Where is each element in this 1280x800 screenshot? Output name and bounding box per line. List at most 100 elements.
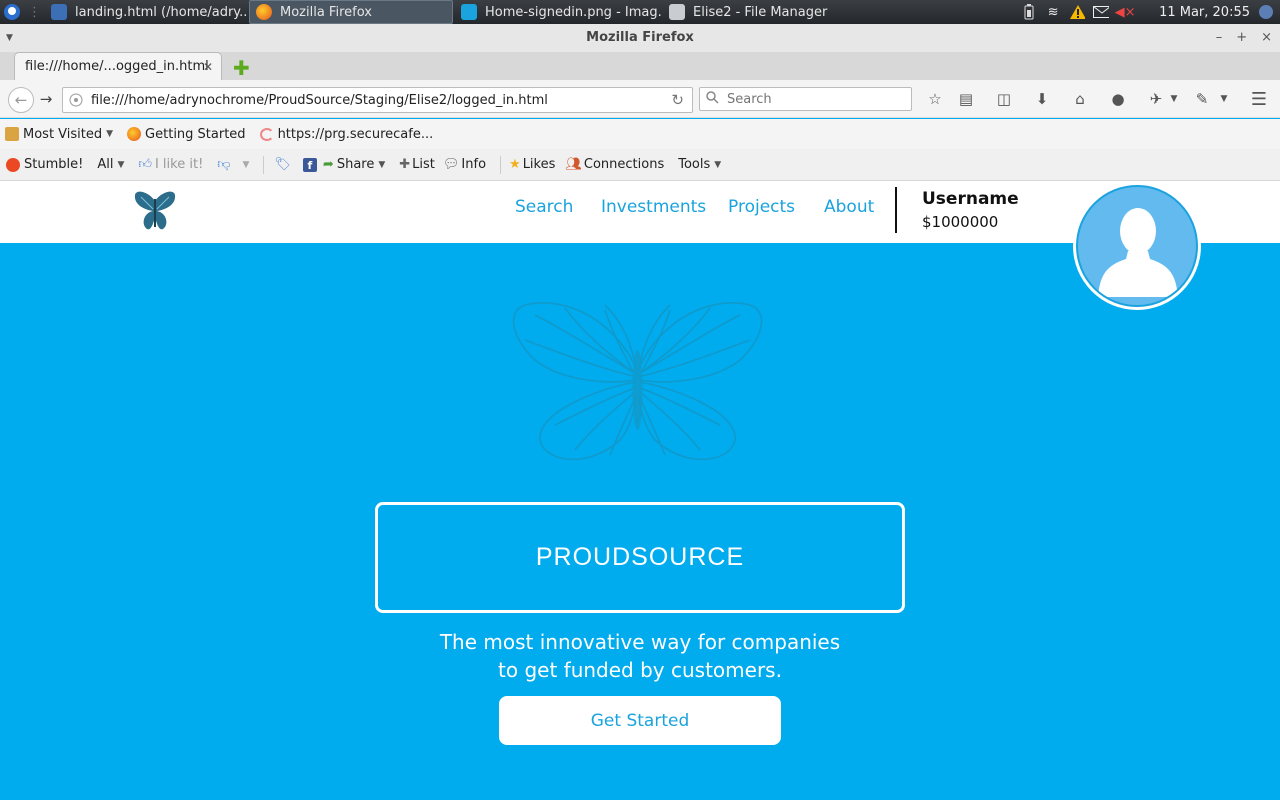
- volume-muted-icon[interactable]: ◀×: [1115, 4, 1136, 20]
- facebook-icon[interactable]: f: [302, 157, 317, 172]
- avatar-image: [1076, 185, 1198, 307]
- bookmark-most-visited[interactable]: Most Visited ▼: [5, 127, 113, 142]
- taskbar-item-file-manager[interactable]: Elise2 - File Manager: [663, 1, 845, 23]
- tools-icon[interactable]: ✎: [1192, 89, 1212, 109]
- extension-dropdown-icon[interactable]: ▼: [1164, 89, 1184, 109]
- os-taskbar: ⋮ landing.html (/home/adry... Mozilla Fi…: [0, 0, 1280, 24]
- get-started-label: Get Started: [590, 710, 690, 731]
- butterfly-watermark-icon: [512, 302, 763, 461]
- clock[interactable]: 11 Mar, 20:55: [1159, 5, 1250, 20]
- app-menu-icon[interactable]: [0, 0, 24, 24]
- warning-icon[interactable]: [1069, 4, 1086, 20]
- nav-search[interactable]: Search: [515, 197, 573, 217]
- taskbar-item-editor[interactable]: landing.html (/home/adry...: [45, 1, 247, 23]
- firefox-icon: [256, 4, 272, 20]
- brand-box: PROUDSOURCE: [375, 502, 905, 613]
- chevron-down-icon: ▼: [117, 159, 125, 170]
- tab-logged-in[interactable]: file:///home/...ogged_in.html ✕: [14, 52, 222, 80]
- info-button[interactable]: 💬︎ Info: [443, 157, 486, 172]
- wifi-icon[interactable]: ≋: [1045, 4, 1061, 20]
- share-icon: ➦: [322, 157, 334, 172]
- download-icon[interactable]: ⬇: [1032, 89, 1052, 109]
- image-icon: [461, 4, 477, 20]
- home-icon[interactable]: ⌂: [1070, 89, 1090, 109]
- taskbar-item-firefox[interactable]: Mozilla Firefox: [249, 0, 453, 24]
- like-button[interactable]: 👍︎ I like it!: [138, 157, 203, 172]
- chevron-down-icon: ▼: [106, 129, 114, 139]
- editor-icon: [51, 4, 67, 20]
- new-tab-icon[interactable]: ✚: [233, 56, 250, 80]
- site-info-icon[interactable]: [67, 91, 85, 109]
- speech-bubble-icon: 💬︎: [442, 157, 460, 172]
- window-title: Mozilla Firefox: [586, 30, 694, 45]
- chat-icon[interactable]: ●: [1108, 89, 1128, 109]
- account-balance: $1000000: [922, 213, 999, 231]
- back-icon[interactable]: ←: [8, 87, 34, 113]
- tools-menu[interactable]: Tools ▼: [678, 157, 721, 172]
- username[interactable]: Username: [922, 189, 1019, 209]
- battery-icon[interactable]: [1021, 4, 1037, 20]
- hamburger-menu-icon[interactable]: ☰: [1249, 89, 1269, 110]
- user-icon[interactable]: [1258, 4, 1274, 20]
- stumble-button[interactable]: Stumble!: [6, 157, 83, 172]
- url-bar[interactable]: file:///home/adrynochrome/ProudSource/St…: [62, 87, 693, 113]
- tab-title: file:///home/...ogged_in.html: [25, 59, 209, 74]
- share-button[interactable]: ➦ Share ▼: [323, 157, 385, 172]
- connections-button[interactable]: 👥︎ Connections: [565, 157, 664, 172]
- system-tray: ≋ ◀× 11 Mar, 20:55: [1021, 0, 1280, 24]
- toolbar-separator: [263, 155, 265, 174]
- avatar[interactable]: [1073, 182, 1201, 310]
- chevron-down-icon: ▼: [378, 159, 386, 170]
- stumble-toolbar: Stumble! All ▼ 👍︎ I like it! 👎︎ ▼ 🏷︎ f ➦…: [0, 149, 1280, 181]
- reading-list-icon[interactable]: ▤: [956, 89, 976, 109]
- minimize-icon[interactable]: –: [1216, 24, 1223, 52]
- extension-icon[interactable]: ✈: [1146, 89, 1166, 109]
- list-button[interactable]: ✚ List: [399, 157, 435, 172]
- tagline: The most innovative way for companies to…: [340, 628, 940, 684]
- tag-icon[interactable]: 🏷︎: [274, 157, 291, 172]
- brand-title: PROUDSOURCE: [535, 543, 745, 571]
- butterfly-logo-icon[interactable]: [133, 189, 177, 235]
- search-bar[interactable]: [699, 87, 912, 111]
- forward-icon[interactable]: →: [36, 89, 56, 109]
- get-started-button[interactable]: Get Started: [499, 696, 781, 745]
- stumble-category-dropdown[interactable]: All ▼: [97, 157, 124, 172]
- bookmark-getting-started[interactable]: Getting Started: [127, 127, 246, 142]
- folder-icon: [5, 127, 19, 141]
- nav-about[interactable]: About: [824, 197, 874, 217]
- close-window-icon[interactable]: ×: [1261, 24, 1272, 52]
- header-divider: [895, 187, 897, 233]
- firefox-icon: [127, 127, 142, 141]
- dislike-button[interactable]: 👎︎ ▼: [217, 157, 249, 172]
- mail-icon[interactable]: [1093, 4, 1110, 20]
- tagline-line-2: to get funded by customers.: [498, 658, 782, 682]
- pocket-icon[interactable]: ◫: [994, 89, 1014, 109]
- people-icon: 👥︎: [565, 157, 582, 172]
- nav-investments[interactable]: Investments: [601, 197, 706, 217]
- nav-toolbar: ← → file:///home/adrynochrome/ProudSourc…: [0, 80, 1280, 118]
- tab-strip: file:///home/...ogged_in.html ✕ ✚: [0, 52, 1280, 80]
- reload-icon[interactable]: ↻: [671, 91, 684, 109]
- star-icon: ★: [509, 157, 521, 172]
- window-titlebar: ▼ Mozilla Firefox – + ×: [0, 24, 1280, 52]
- search-icon: [706, 90, 719, 108]
- user-silhouette-icon: [1098, 208, 1178, 297]
- bookmark-star-icon[interactable]: ☆: [925, 89, 945, 109]
- thumbs-up-icon: 👍︎: [138, 157, 152, 172]
- search-input[interactable]: [725, 90, 899, 108]
- maximize-icon[interactable]: +: [1236, 24, 1247, 52]
- chevron-down-icon: ▼: [242, 159, 250, 170]
- toolbar-separator: [500, 155, 502, 174]
- chevron-down-icon: ▼: [714, 159, 722, 170]
- url-text[interactable]: file:///home/adrynochrome/ProudSource/St…: [91, 93, 548, 108]
- nav-projects[interactable]: Projects: [728, 197, 795, 217]
- likes-button[interactable]: ★ Likes: [509, 157, 555, 172]
- taskbar-item-image-viewer[interactable]: Home-signedin.png - Imag...: [455, 1, 661, 23]
- close-tab-icon[interactable]: ✕: [203, 60, 213, 74]
- tools-dropdown-icon[interactable]: ▼: [1214, 89, 1234, 109]
- window-menu-icon[interactable]: ▼: [6, 24, 13, 52]
- stumbleupon-icon: [6, 157, 20, 172]
- folder-icon: [669, 4, 685, 20]
- tagline-line-1: The most innovative way for companies: [439, 630, 841, 654]
- bookmark-securecafe[interactable]: https://prg.securecafe...: [259, 127, 433, 142]
